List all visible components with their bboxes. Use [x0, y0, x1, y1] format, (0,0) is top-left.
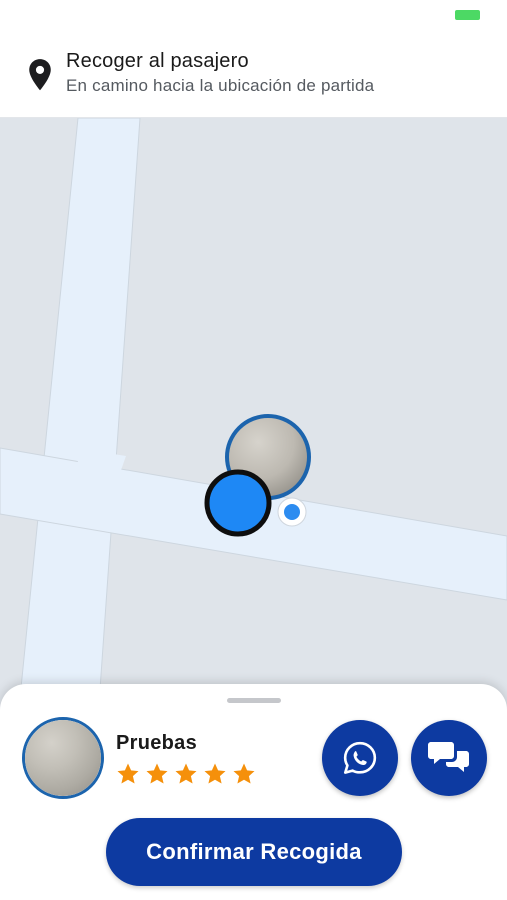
driver-position-marker — [204, 469, 272, 537]
header-title: Recoger al pasajero — [66, 50, 249, 72]
star-icon — [233, 763, 255, 784]
star-icon — [146, 763, 168, 784]
map-view[interactable] — [0, 118, 507, 718]
passenger-bottom-sheet: Pruebas Confirmar Recogida — [0, 684, 507, 900]
star-icon — [175, 763, 197, 784]
sheet-drag-handle[interactable] — [227, 698, 281, 703]
star-icon — [117, 763, 139, 784]
confirm-pickup-button[interactable]: Confirmar Recogida — [106, 818, 402, 886]
my-location-dot — [277, 497, 307, 527]
header-subtitle: En camino hacia la ubicación de partida — [66, 76, 375, 95]
location-pin-icon — [29, 59, 51, 91]
passenger-name: Pruebas — [116, 732, 198, 754]
battery-icon — [455, 10, 480, 20]
passenger-rating — [116, 762, 256, 786]
passenger-avatar — [22, 717, 104, 799]
star-icon — [204, 763, 226, 784]
chat-button[interactable] — [411, 720, 487, 796]
map-canvas — [0, 118, 507, 718]
status-bar — [0, 0, 507, 30]
trip-status-header: Recoger al pasajero En camino hacia la u… — [0, 30, 507, 118]
chat-bubbles-icon — [428, 742, 469, 772]
whatsapp-button[interactable] — [322, 720, 398, 796]
whatsapp-icon — [343, 741, 377, 774]
